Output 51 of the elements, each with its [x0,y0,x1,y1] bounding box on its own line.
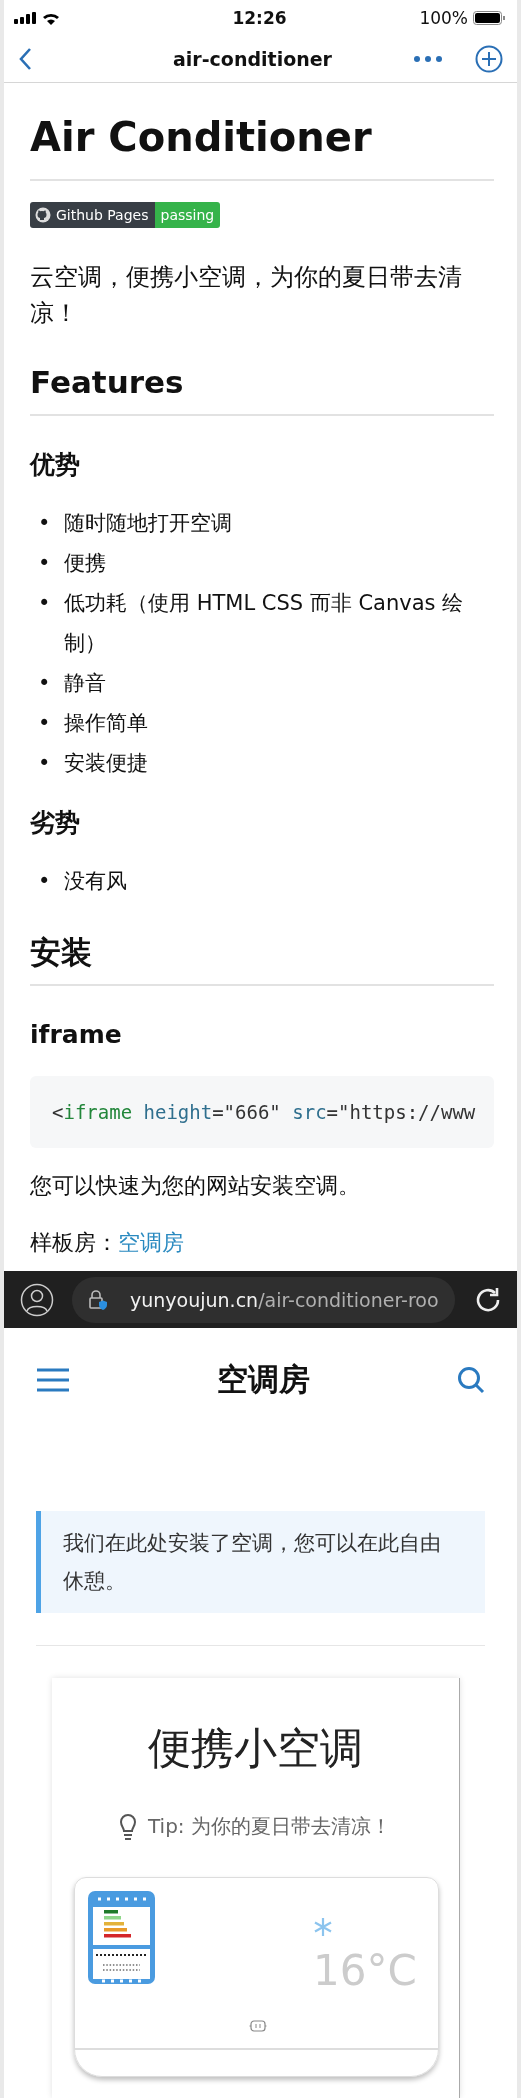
paragraph: 您可以快速为您的网站安装空调。 [30,1172,361,1200]
list-item: 操作简单 [64,710,148,737]
address-bar[interactable]: yunyoujun.cn/air-conditioner-roo [72,1276,455,1323]
lock-shield-icon [88,1288,108,1311]
subsection-heading: 劣势 [30,807,81,839]
energy-label-icon [88,1891,155,1984]
add-button[interactable] [475,45,503,74]
back-icon [18,47,32,72]
bullet: • [38,590,52,617]
section-heading: Features [30,363,494,416]
bullet: • [38,710,52,737]
github-logo-icon [35,207,51,223]
battery-icon [473,11,505,26]
tip-text: Tip: 为你的夏日带去清凉！ [148,1813,391,1840]
list-item: 安装便捷 [64,750,148,777]
notice-text: 我们在此处安装了空调，您可以在此自由休憩。 [36,1511,485,1613]
bullet: • [38,510,52,537]
list-item: 静音 [64,670,106,697]
sample-room-link[interactable]: 空调房 [118,1230,184,1255]
page-title: air-conditioner [173,48,332,71]
more-button[interactable] [413,55,443,64]
bullet: • [38,750,52,777]
intro-text: 云空调，便携小空调，为你的夏日带去清凉！ [30,262,463,329]
list-item: 便携 [64,550,106,577]
snowflake-icon [313,1917,333,1937]
bullet: • [38,550,52,577]
signal-icon [14,12,36,25]
code-block: <iframe height="666" src="https://www [30,1076,494,1148]
menu-icon[interactable] [36,1367,70,1393]
indicator-icon [249,2020,267,2032]
subsection-heading: 优势 [30,449,81,481]
wifi-icon [42,11,60,25]
profile-icon[interactable] [20,1282,54,1317]
bullet: • [38,670,52,697]
section-heading: 安装 [30,933,494,986]
readme-title: Air Conditioner [30,113,494,181]
subsection-heading: iframe [30,1019,123,1051]
back-button[interactable] [18,47,32,72]
bullet: • [38,868,52,895]
sample-room-text: 样板房：空调房 [30,1229,185,1257]
card-title: 便携小空调 [148,1723,363,1773]
add-icon [475,45,503,74]
list-item: 没有风 [64,868,127,895]
site-title: 空调房 [217,1360,310,1399]
list-item: 低功耗（使用 HTML CSS 而非 Canvas 绘制） [64,590,465,657]
clock-time: 12:26 [232,8,287,29]
list-item: 随时随地打开空调 [64,510,232,537]
more-icon [413,55,443,64]
battery-percent: 100% [419,8,468,29]
search-icon[interactable] [457,1366,485,1394]
lightbulb-icon [120,1813,136,1840]
